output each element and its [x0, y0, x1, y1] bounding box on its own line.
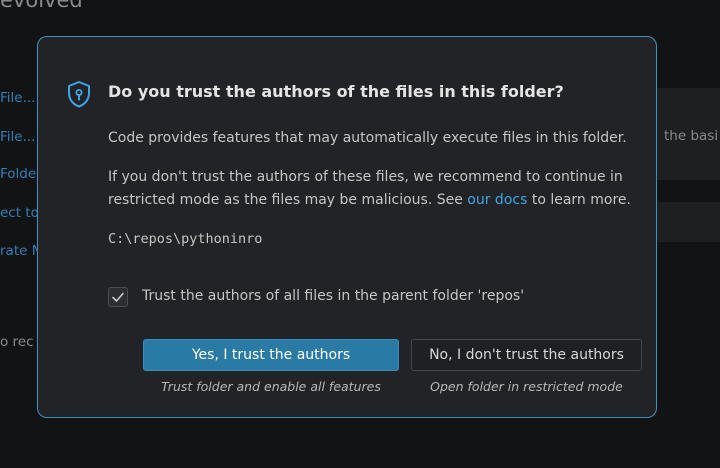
dialog-description: Code provides features that may automati…	[108, 130, 627, 146]
dialog-warning: If you don't trust the authors of these …	[108, 166, 648, 212]
trust-authors-button[interactable]: Yes, I trust the authors	[143, 339, 399, 371]
trust-button-description: Trust folder and enable all features	[161, 379, 381, 394]
checkmark-icon	[112, 292, 124, 302]
trust-parent-checkbox[interactable]	[108, 287, 128, 307]
folder-path: C:\repos\pythoninro	[108, 231, 263, 247]
start-item-new-file[interactable]: File...	[0, 90, 35, 106]
docs-link[interactable]: our docs	[467, 192, 527, 208]
warning-text-end: to learn more.	[527, 192, 631, 208]
trust-parent-label[interactable]: Trust the authors of all files in the pa…	[142, 288, 524, 304]
welcome-title: evolved	[0, 0, 83, 12]
dialog-title: Do you trust the authors of the files in…	[108, 82, 564, 101]
recent-empty-text: o rec	[0, 334, 34, 350]
dont-trust-authors-button[interactable]: No, I don't trust the authors	[411, 339, 642, 371]
walkthrough-card-text: the basi	[664, 128, 719, 144]
start-item-connect[interactable]: ect to	[0, 205, 39, 221]
start-item-open-folder[interactable]: Folde	[0, 166, 36, 182]
shield-icon	[68, 81, 90, 108]
workspace-trust-dialog: Do you trust the authors of the files in…	[37, 36, 657, 418]
start-item-open-file[interactable]: File...	[0, 129, 35, 145]
start-item-generate[interactable]: rate N	[0, 243, 42, 259]
distrust-button-description: Open folder in restricted mode	[430, 379, 623, 394]
